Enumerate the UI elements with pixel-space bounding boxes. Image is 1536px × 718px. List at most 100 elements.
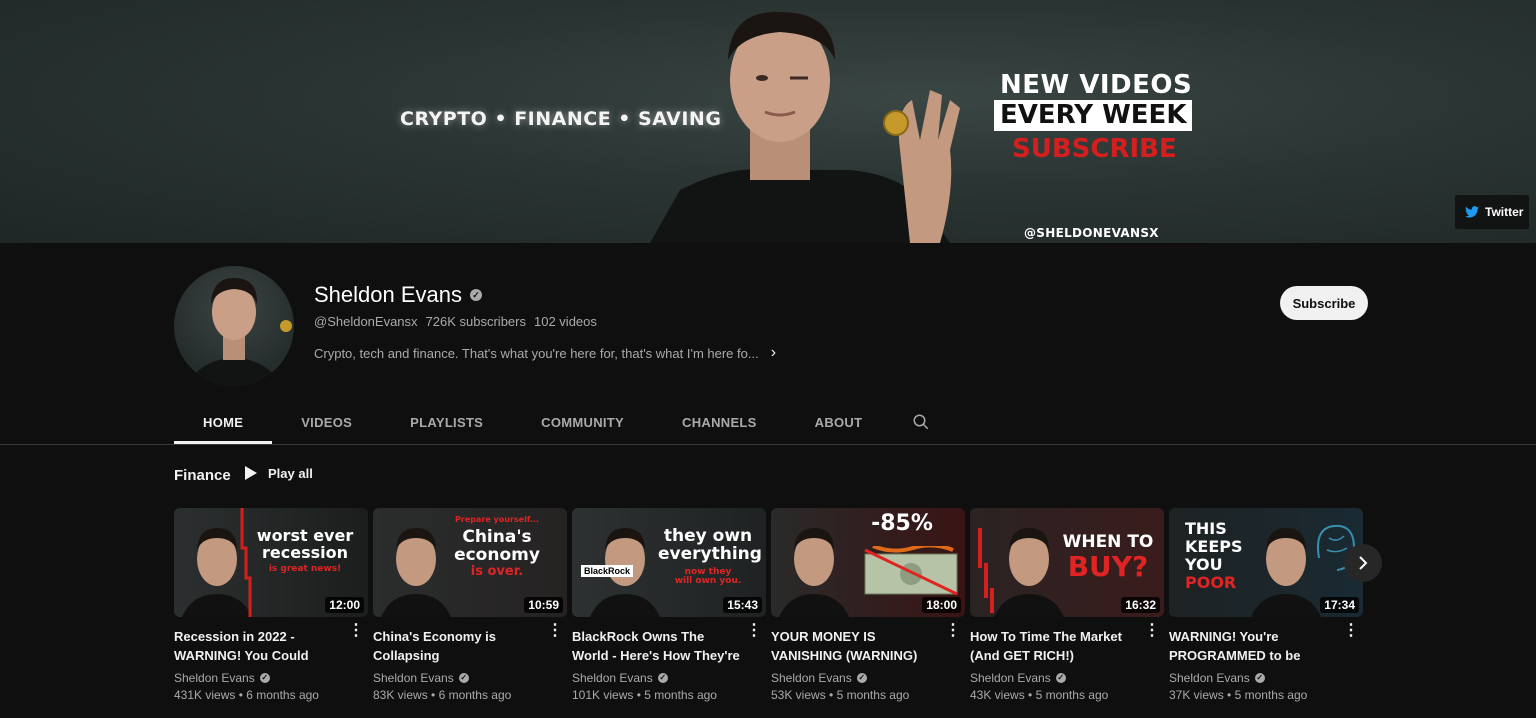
tab-videos[interactable]: VIDEOS [272, 400, 381, 444]
video-channel-name: Sheldon Evans [771, 671, 852, 685]
thumbnail-text: will own you. [674, 576, 742, 587]
thumbnail-portrait [994, 528, 1064, 617]
verified-check-icon: ✓ [856, 673, 867, 683]
search-icon [913, 414, 929, 430]
more-vert-icon[interactable]: ⋮ [746, 623, 762, 639]
video-channel-name: Sheldon Evans [970, 671, 1051, 685]
more-vert-icon[interactable]: ⋮ [547, 623, 563, 639]
video-views: 83K views [373, 688, 428, 702]
video-count: 102 videos [534, 314, 597, 329]
video-duration: 15:43 [723, 597, 762, 613]
video-meta: 43K views • 5 months ago [970, 688, 1109, 702]
video-title[interactable]: Recession in 2022 - WARNING! You Could G… [174, 627, 344, 665]
video-channel[interactable]: Sheldon Evans ✓ [1169, 671, 1363, 685]
verified-check-icon: ✓ [458, 673, 469, 683]
video-card[interactable]: BlackRock they own everything now they w… [572, 508, 766, 702]
tab-channels[interactable]: CHANNELS [653, 400, 786, 444]
video-views: 101K views [572, 688, 634, 702]
more-vert-icon[interactable]: ⋮ [348, 623, 364, 639]
video-age: 5 months ago [644, 688, 717, 702]
video-title[interactable]: YOUR MONEY IS VANISHING (WARNING) [771, 627, 941, 665]
channel-banner: CRYPTO • FINANCE • SAVING NEW VIDEOS EVE… [0, 0, 1536, 243]
video-thumbnail[interactable]: Prepare yourself... China's economy is o… [373, 508, 567, 617]
thumbnail-text: economy [454, 545, 540, 566]
video-channel-name: Sheldon Evans [1169, 671, 1250, 685]
video-title[interactable]: BlackRock Owns The World - Here's How Th… [572, 627, 742, 665]
video-card[interactable]: WHEN TO BUY? 16:32 How To Time The Marke… [970, 508, 1164, 702]
tab-home[interactable]: HOME [174, 400, 273, 444]
video-meta: 101K views • 5 months ago [572, 688, 717, 702]
video-duration: 16:32 [1121, 597, 1160, 613]
thumbnail-portrait [381, 528, 451, 617]
thumbnail-text: KEEPS [1185, 537, 1243, 556]
video-duration: 12:00 [325, 597, 364, 613]
thumbnail-text: YOU [1185, 555, 1223, 574]
verified-check-icon: ✓ [259, 673, 270, 683]
thumbnail-text: POOR [1185, 573, 1237, 592]
chevron-right-icon: › [770, 344, 777, 361]
video-channel[interactable]: Sheldon Evans ✓ [174, 671, 368, 685]
channel-name: Sheldon Evans [314, 282, 462, 307]
subscriber-count: 726K subscribers [425, 314, 526, 329]
video-channel[interactable]: Sheldon Evans ✓ [970, 671, 1164, 685]
channel-meta: @SheldonEvansx 726K subscribers 102 vide… [314, 314, 597, 329]
video-age: 5 months ago [836, 688, 910, 702]
video-views: 431K views [174, 688, 236, 702]
thumbnail-text: is over. [470, 564, 524, 580]
channel-tabs: HOME VIDEOS PLAYLISTS COMMUNITY CHANNELS… [174, 400, 951, 444]
thumbnail-text: -85% [871, 511, 933, 536]
video-views: 43K views [970, 688, 1025, 702]
video-channel-name: Sheldon Evans [174, 671, 255, 685]
channel-search-button[interactable] [891, 400, 951, 444]
video-age: 5 months ago [1234, 688, 1308, 702]
subscribe-button[interactable]: Subscribe [1280, 286, 1368, 320]
video-title[interactable]: WARNING! You're PROGRAMMED to be POOR [1169, 627, 1339, 665]
chevron-right-icon [1359, 556, 1368, 570]
shelf-title[interactable]: Finance [174, 467, 231, 484]
channel-description[interactable]: Crypto, tech and finance. That's what yo… [314, 344, 776, 362]
video-thumbnail[interactable]: THIS KEEPS YOU POOR 17:34 [1169, 508, 1363, 617]
more-vert-icon[interactable]: ⋮ [945, 623, 961, 639]
twitter-icon [1465, 206, 1479, 218]
tab-community[interactable]: COMMUNITY [512, 400, 653, 444]
video-card[interactable]: THIS KEEPS YOU POOR 17:34 WARNING! You'r… [1169, 508, 1363, 702]
video-duration: 17:34 [1320, 597, 1359, 613]
video-thumbnail[interactable]: worst ever recession is great news! 12:0… [174, 508, 368, 617]
more-vert-icon[interactable]: ⋮ [1343, 623, 1359, 639]
avatar-portrait [184, 278, 292, 386]
channel-description-text: Crypto, tech and finance. That's what yo… [314, 345, 759, 361]
shelf-next-button[interactable] [1344, 544, 1382, 582]
video-thumbnail[interactable]: BlackRock they own everything now they w… [572, 508, 766, 617]
tabs-divider [0, 444, 1536, 445]
video-title[interactable]: How To Time The Market (And GET RICH!) [970, 627, 1140, 665]
video-thumbnail[interactable]: WHEN TO BUY? 16:32 [970, 508, 1164, 617]
tab-about[interactable]: ABOUT [786, 400, 892, 444]
verified-check-icon: ✓ [1254, 673, 1265, 683]
banner-promo-line3: SUBSCRIBE [1012, 134, 1177, 164]
video-channel[interactable]: Sheldon Evans ✓ [373, 671, 567, 685]
play-all-button[interactable]: Play all [244, 465, 313, 481]
video-title[interactable]: China's Economy is Collapsing [373, 627, 543, 665]
video-age: 6 months ago [246, 688, 319, 702]
channel-name-row: Sheldon Evans ✓ [314, 282, 482, 308]
verified-check-icon: ✓ [657, 673, 668, 683]
video-card[interactable]: Prepare yourself... China's economy is o… [373, 508, 567, 702]
thumbnail-text: BlackRock [581, 565, 634, 577]
video-card[interactable]: worst ever recession is great news! 12:0… [174, 508, 368, 702]
twitter-link[interactable]: Twitter [1455, 195, 1529, 229]
video-card[interactable]: -85% 18:00 YOUR MONEY IS VANISHING (WARN… [771, 508, 965, 702]
more-vert-icon[interactable]: ⋮ [1144, 623, 1160, 639]
thumbnail-text: recession [262, 542, 348, 562]
thumbnail-text: is great news! [268, 563, 342, 574]
thumbnail-portrait [779, 528, 849, 617]
verified-check-icon: ✓ [470, 289, 482, 301]
video-meta: 431K views • 6 months ago [174, 688, 319, 702]
tab-playlists[interactable]: PLAYLISTS [381, 400, 512, 444]
video-meta: 37K views • 5 months ago [1169, 688, 1308, 702]
video-thumbnail[interactable]: -85% 18:00 [771, 508, 965, 617]
twitter-link-label: Twitter [1485, 205, 1524, 219]
banner-handle: @SHELDONEVANSX [1024, 226, 1159, 240]
video-channel[interactable]: Sheldon Evans ✓ [771, 671, 965, 685]
video-channel[interactable]: Sheldon Evans ✓ [572, 671, 766, 685]
banner-promo-line2: EVERY WEEK [994, 100, 1193, 131]
